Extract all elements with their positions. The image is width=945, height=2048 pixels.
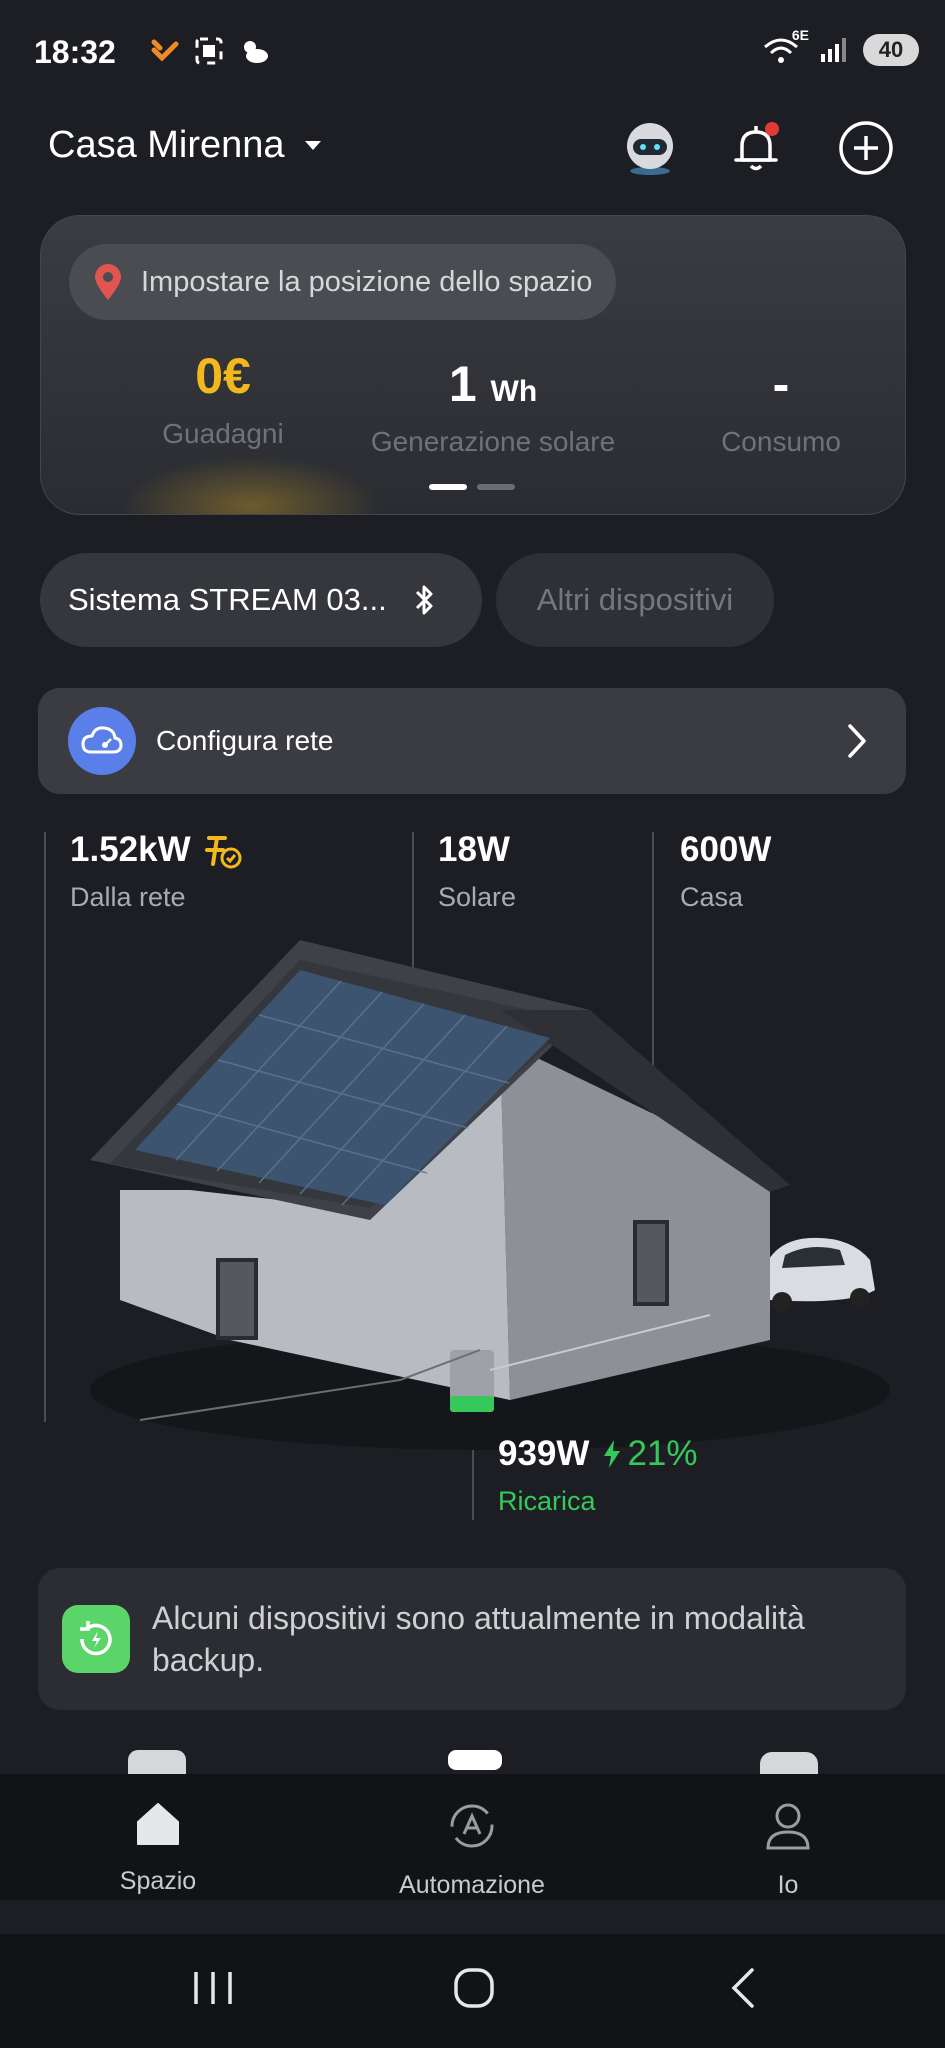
backup-mode-text: Alcuni dispositivi sono attualmente in m…	[152, 1600, 805, 1678]
partial-card-icon	[128, 1750, 186, 1774]
nav-label: Spazio	[119, 1867, 197, 1895]
signal-icon	[821, 38, 846, 62]
grid-flow-value: 1.52kW	[70, 830, 191, 869]
chevron-right-icon	[848, 724, 866, 758]
nav-label: Io	[777, 1871, 799, 1899]
battery-flow-label: Ricarica	[498, 1486, 596, 1516]
screenshot-icon	[195, 37, 223, 65]
backup-mode-banner[interactable]: Alcuni dispositivi sono attualmente in m…	[38, 1568, 906, 1710]
bell-icon	[734, 122, 779, 171]
automation-icon	[450, 1804, 494, 1848]
grid-flow-stat: 1.52kW Dalla rete	[70, 830, 243, 913]
solar-generation-unit: Wh	[490, 375, 538, 408]
house-illustration[interactable]	[70, 920, 890, 1480]
card-glow	[121, 456, 381, 514]
partial-card-icon	[760, 1752, 818, 1774]
configure-network-button[interactable]: Configura rete	[38, 688, 906, 794]
solar-generation-number: 1	[448, 356, 477, 412]
home-nav-icon[interactable]	[452, 1966, 496, 2010]
status-time: 18:32	[34, 34, 116, 70]
nav-item-spazio[interactable]: Spazio	[48, 1800, 268, 1896]
partial-card-icon	[448, 1750, 502, 1770]
tariff-icon	[204, 836, 242, 869]
earnings-value: 0€	[195, 348, 251, 404]
window	[633, 1220, 669, 1306]
device-chip-stream[interactable]: Sistema STREAM 03...	[40, 553, 482, 647]
location-pin-icon	[95, 264, 121, 300]
page-dot-active	[429, 484, 467, 490]
nav-item-automazione[interactable]: Automazione	[362, 1800, 582, 1900]
door	[216, 1258, 258, 1340]
lightning-icon	[604, 1440, 621, 1468]
home-flow-label: Casa	[680, 882, 744, 912]
profile-icon	[766, 1803, 810, 1850]
solar-generation-stat: 1 Wh Generazione solare	[333, 352, 653, 458]
status-right: 6E 40	[761, 27, 919, 66]
robot-icon	[627, 123, 673, 175]
grid-flow-line	[44, 832, 46, 1422]
backup-refresh-icon	[62, 1605, 130, 1673]
space-name: Casa Mirenna	[48, 124, 285, 166]
configure-network-label: Configura rete	[156, 725, 334, 756]
solar-flow-label: Solare	[438, 882, 517, 912]
network-label: 6E	[791, 27, 809, 43]
space-selector[interactable]: Casa Mirenna	[48, 124, 323, 167]
plus-circle-icon	[839, 121, 893, 175]
solar-flow-stat: 18W Solare	[438, 830, 516, 913]
page-indicator	[429, 484, 515, 490]
consumption-label: Consumo	[721, 426, 841, 457]
battery-flow-value: 939W	[498, 1434, 590, 1473]
bluetooth-icon	[415, 585, 433, 615]
earnings-stat: 0€ Guadagni	[83, 344, 363, 450]
page-dot	[477, 484, 515, 490]
other-devices-label: Altri dispositivi	[536, 582, 734, 617]
grid-flow-label: Dalla rete	[70, 882, 186, 912]
app-notification-icon	[151, 39, 179, 62]
home-flow-value: 600W	[680, 830, 772, 869]
other-devices-chip[interactable]: Altri dispositivi	[496, 553, 774, 647]
device-chip-label: Sistema STREAM 03...	[68, 582, 387, 617]
consumption-value: -	[772, 356, 790, 412]
battery-flow-stat: 939W 21% Ricarica	[498, 1434, 698, 1517]
weather-icon	[244, 41, 268, 63]
home-icon	[137, 1803, 179, 1845]
cloud-link-icon	[68, 707, 136, 775]
battery-indicator: 40	[863, 34, 919, 66]
status-icons	[150, 36, 270, 66]
caret-down-icon	[304, 140, 321, 150]
assistant-robot-button[interactable]	[620, 118, 680, 178]
set-location-button[interactable]: Impostare la posizione dello spazio	[69, 244, 617, 320]
nav-label: Automazione	[399, 1871, 545, 1899]
location-prompt: Impostare la posizione dello spazio	[141, 265, 593, 298]
back-icon[interactable]	[724, 1966, 760, 2010]
solar-generation-label: Generazione solare	[370, 426, 616, 457]
notifications-button[interactable]	[726, 118, 786, 178]
consumption-stat: - Consumo	[661, 352, 901, 458]
solar-flow-value: 18W	[438, 830, 510, 869]
solar-generation-value: 1 Wh	[333, 352, 653, 416]
earnings-label: Guadagni	[162, 418, 284, 449]
nav-item-io[interactable]: Io	[678, 1800, 898, 1900]
home-flow-stat: 600W Casa	[680, 830, 771, 913]
add-button[interactable]	[836, 118, 896, 178]
energy-summary-card[interactable]: Impostare la posizione dello spazio 0€ G…	[40, 215, 906, 515]
battery-percent: 21%	[627, 1434, 698, 1473]
recent-apps-icon[interactable]	[190, 1968, 236, 2008]
car-illustration	[760, 1237, 875, 1312]
